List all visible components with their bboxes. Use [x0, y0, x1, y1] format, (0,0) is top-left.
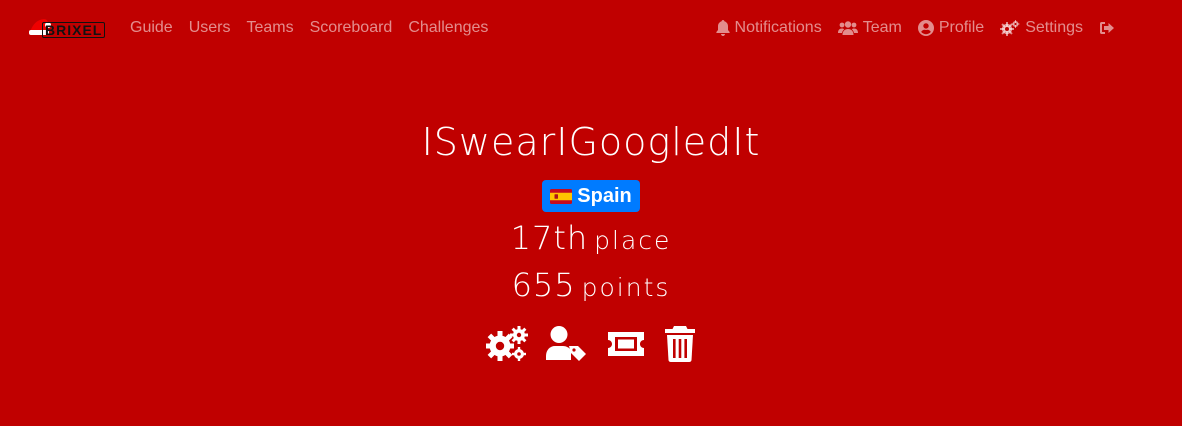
page-title: ISwearIGoogledIt — [421, 120, 761, 164]
nav-team-label: Team — [862, 19, 902, 36]
nav-right: Notifications Team Profile Settings — [708, 0, 1128, 56]
nav-settings-label: Settings — [1025, 19, 1083, 36]
nav-logout[interactable] — [1091, 21, 1128, 35]
points-value: 655 — [511, 266, 576, 304]
cogs-icon — [486, 326, 528, 361]
nav-teams[interactable]: Teams — [238, 19, 301, 37]
nav-challenges[interactable]: Challenges — [400, 19, 496, 37]
country-badge-wrap: Spain — [0, 180, 1182, 212]
delete-button[interactable] — [664, 326, 696, 362]
country-name: Spain — [577, 184, 632, 207]
nav-profile-label: Profile — [938, 19, 985, 36]
place-value: 17th — [510, 219, 589, 257]
top-navbar: BRIXEL Guide Users Teams Scoreboard Chal… — [0, 0, 1182, 56]
spain-flag-icon — [550, 188, 573, 204]
bell-icon — [715, 20, 730, 36]
brand-logo-text: BRIXEL — [42, 22, 106, 38]
nav-scoreboard[interactable]: Scoreboard — [302, 19, 401, 37]
edit-members-button[interactable] — [546, 326, 588, 362]
team-points: 655 points — [0, 266, 1182, 304]
nav-team[interactable]: Team — [830, 19, 910, 37]
admin-actions — [0, 326, 1182, 362]
nav-guide[interactable]: Guide — [122, 19, 181, 37]
nav-settings[interactable]: Settings — [992, 19, 1091, 37]
nav-left: Guide Users Teams Scoreboard Challenges — [122, 0, 496, 56]
points-label: points — [581, 273, 671, 302]
trash-icon — [665, 326, 695, 362]
nav-notifications[interactable]: Notifications — [708, 19, 830, 37]
user-circle-icon — [917, 20, 934, 36]
ticket-icon — [608, 332, 644, 356]
brand-logo[interactable]: BRIXEL — [28, 14, 106, 44]
nav-profile[interactable]: Profile — [910, 19, 992, 37]
nav-notifications-label: Notifications — [734, 19, 822, 36]
sign-out-icon — [1100, 22, 1114, 34]
nav-users[interactable]: Users — [181, 19, 239, 37]
users-icon — [837, 21, 858, 35]
team-place: 17th place — [0, 219, 1182, 257]
user-tag-icon — [546, 326, 586, 361]
country-badge: Spain — [542, 180, 640, 212]
cogs-icon — [1000, 20, 1020, 36]
settings-button[interactable] — [486, 326, 528, 362]
place-label: place — [594, 226, 672, 255]
invite-ticket-button[interactable] — [606, 326, 646, 362]
